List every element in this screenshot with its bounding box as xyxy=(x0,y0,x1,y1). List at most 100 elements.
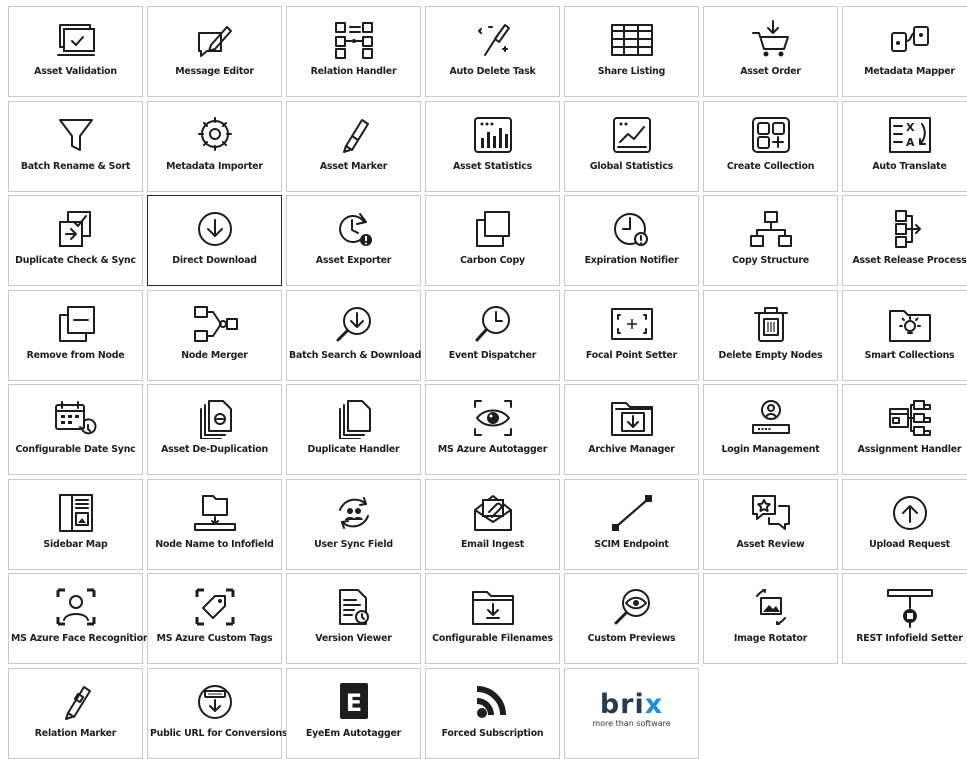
tile-rest-infofield-setter[interactable]: REST Infofield Setter xyxy=(842,573,967,664)
tile-public-url-conversions[interactable]: Public URL for Conversions xyxy=(147,668,288,759)
auto-delete-task-icon xyxy=(469,19,517,61)
tile-sidebar-map[interactable]: Sidebar Map xyxy=(8,479,143,570)
tile-ms-azure-custom-tags[interactable]: MS Azure Custom Tags xyxy=(147,573,282,664)
tile-copy-structure[interactable]: Copy Structure xyxy=(703,195,838,286)
tile-label: Version Viewer xyxy=(315,633,392,644)
tile-asset-de-duplication[interactable]: Asset De-Duplication xyxy=(147,384,282,475)
tile-label: Global Statistics xyxy=(589,161,674,172)
tile-image-rotator[interactable]: Image Rotator xyxy=(703,573,838,664)
tile-label: Duplicate Check & Sync xyxy=(15,255,136,266)
tile-event-dispatcher[interactable]: Event Dispatcher xyxy=(425,290,560,381)
tile-ms-azure-autotagger[interactable]: MS Azure Autotagger xyxy=(425,384,560,475)
delete-empty-nodes-icon xyxy=(747,303,795,345)
asset-validation-icon xyxy=(52,19,100,61)
asset-review-icon xyxy=(747,492,795,534)
metadata-mapper-icon xyxy=(886,19,934,61)
tile-duplicate-handler[interactable]: Duplicate Handler xyxy=(286,384,421,475)
tile-label: Message Editor xyxy=(175,66,254,77)
brix-logo-tile[interactable]: brix more than software xyxy=(564,668,699,759)
tile-label: Asset Review xyxy=(736,539,805,550)
tile-asset-validation[interactable]: Asset Validation xyxy=(8,6,143,97)
tile-label: Email Ingest xyxy=(460,539,525,550)
tile-focal-point-setter[interactable]: Focal Point Setter xyxy=(564,290,699,381)
tile-scim-endpoint[interactable]: SCIM Endpoint xyxy=(564,479,699,570)
tile-label: Assignment Handler xyxy=(857,444,962,455)
tile-batch-search-download[interactable]: Batch Search & Download xyxy=(286,290,421,381)
tile-global-statistics[interactable]: Global Statistics xyxy=(564,101,699,192)
direct-download-icon xyxy=(191,208,239,250)
assignment-handler-icon xyxy=(886,397,934,439)
tile-label: Metadata Mapper xyxy=(864,66,955,77)
tile-eyeem-autotagger[interactable]: E EyeEm Autotagger xyxy=(286,668,421,759)
tile-label: Public URL for Conversions xyxy=(150,728,288,739)
tile-batch-rename-sort[interactable]: Batch Rename & Sort xyxy=(8,101,143,192)
tile-forced-subscription[interactable]: Forced Subscription xyxy=(425,668,560,759)
tile-assignment-handler[interactable]: Assignment Handler xyxy=(842,384,967,475)
tile-label: Relation Marker xyxy=(34,728,117,739)
tile-label: Custom Previews xyxy=(587,633,676,644)
tile-node-name-to-infofield[interactable]: Node Name to Infofield xyxy=(147,479,282,570)
tile-label: Create Collection xyxy=(726,161,815,172)
smart-collections-icon xyxy=(886,303,934,345)
tile-custom-previews[interactable]: Custom Previews xyxy=(564,573,699,664)
tile-smart-collections[interactable]: Smart Collections xyxy=(842,290,967,381)
asset-exporter-icon xyxy=(330,208,378,250)
tile-duplicate-check-sync[interactable]: Duplicate Check & Sync xyxy=(8,195,143,286)
global-statistics-icon xyxy=(608,114,656,156)
share-listing-icon xyxy=(608,19,656,61)
tile-create-collection[interactable]: Create Collection xyxy=(703,101,838,192)
asset-release-process-icon xyxy=(886,208,934,250)
tile-label: Configurable Date Sync xyxy=(15,444,136,455)
eyeem-autotagger-icon: E xyxy=(330,681,378,723)
ms-azure-autotagger-icon xyxy=(469,397,517,439)
expiration-notifier-icon xyxy=(608,208,656,250)
tile-metadata-mapper[interactable]: Metadata Mapper xyxy=(842,6,967,97)
tile-label: Node Merger xyxy=(181,350,248,361)
user-sync-field-icon xyxy=(330,492,378,534)
public-url-conversions-icon xyxy=(191,681,239,723)
tile-remove-from-node[interactable]: Remove from Node xyxy=(8,290,143,381)
tile-asset-statistics[interactable]: Asset Statistics xyxy=(425,101,560,192)
tile-upload-request[interactable]: Upload Request xyxy=(842,479,967,570)
tile-asset-marker[interactable]: Asset Marker xyxy=(286,101,421,192)
tile-configurable-filenames[interactable]: Configurable Filenames xyxy=(425,573,560,664)
tile-configurable-date-sync[interactable]: Configurable Date Sync xyxy=(8,384,143,475)
tile-user-sync-field[interactable]: User Sync Field xyxy=(286,479,421,570)
tile-relation-marker[interactable]: Relation Marker xyxy=(8,668,143,759)
logo-tagline: more than software xyxy=(592,719,671,728)
tile-label: Asset Marker xyxy=(319,161,388,172)
tile-metadata-importer[interactable]: Metadata Importer xyxy=(147,101,282,192)
tile-label: Sidebar Map xyxy=(43,539,108,550)
tile-asset-review[interactable]: Asset Review xyxy=(703,479,838,570)
tile-label: Share Listing xyxy=(597,66,666,77)
tile-node-merger[interactable]: Node Merger xyxy=(147,290,282,381)
tile-auto-translate[interactable]: X A Auto Translate xyxy=(842,101,967,192)
tile-label: Event Dispatcher xyxy=(448,350,537,361)
email-ingest-icon xyxy=(469,492,517,534)
tile-carbon-copy[interactable]: Carbon Copy xyxy=(425,195,560,286)
tile-direct-download[interactable]: Direct Download xyxy=(147,195,282,286)
tile-asset-order[interactable]: Asset Order xyxy=(703,6,838,97)
tile-email-ingest[interactable]: Email Ingest xyxy=(425,479,560,570)
tile-asset-exporter[interactable]: Asset Exporter xyxy=(286,195,421,286)
tile-label: Asset Release Process xyxy=(852,255,967,266)
event-dispatcher-icon xyxy=(469,303,517,345)
tile-asset-release-process[interactable]: Asset Release Process xyxy=(842,195,967,286)
tile-label: Remove from Node xyxy=(26,350,125,361)
tile-expiration-notifier[interactable]: Expiration Notifier xyxy=(564,195,699,286)
tile-archive-manager[interactable]: Archive Manager xyxy=(564,384,699,475)
tile-message-editor[interactable]: Message Editor xyxy=(147,6,282,97)
tile-label: Focal Point Setter xyxy=(585,350,678,361)
tile-delete-empty-nodes[interactable]: Delete Empty Nodes xyxy=(703,290,838,381)
tile-share-listing[interactable]: Share Listing xyxy=(564,6,699,97)
brix-logo: brix more than software xyxy=(565,691,698,729)
tile-ms-azure-face-recognition[interactable]: MS Azure Face Recognition xyxy=(8,573,150,664)
tile-login-management[interactable]: Login Management xyxy=(703,384,838,475)
focal-point-setter-icon xyxy=(608,303,656,345)
tile-auto-delete-task[interactable]: Auto Delete Task xyxy=(425,6,560,97)
tile-label: Archive Manager xyxy=(588,444,675,455)
tile-version-viewer[interactable]: Version Viewer xyxy=(286,573,421,664)
tile-label: Asset Validation xyxy=(34,66,117,77)
tile-relation-handler[interactable]: Relation Handler xyxy=(286,6,421,97)
tile-label: SCIM Endpoint xyxy=(594,539,669,550)
